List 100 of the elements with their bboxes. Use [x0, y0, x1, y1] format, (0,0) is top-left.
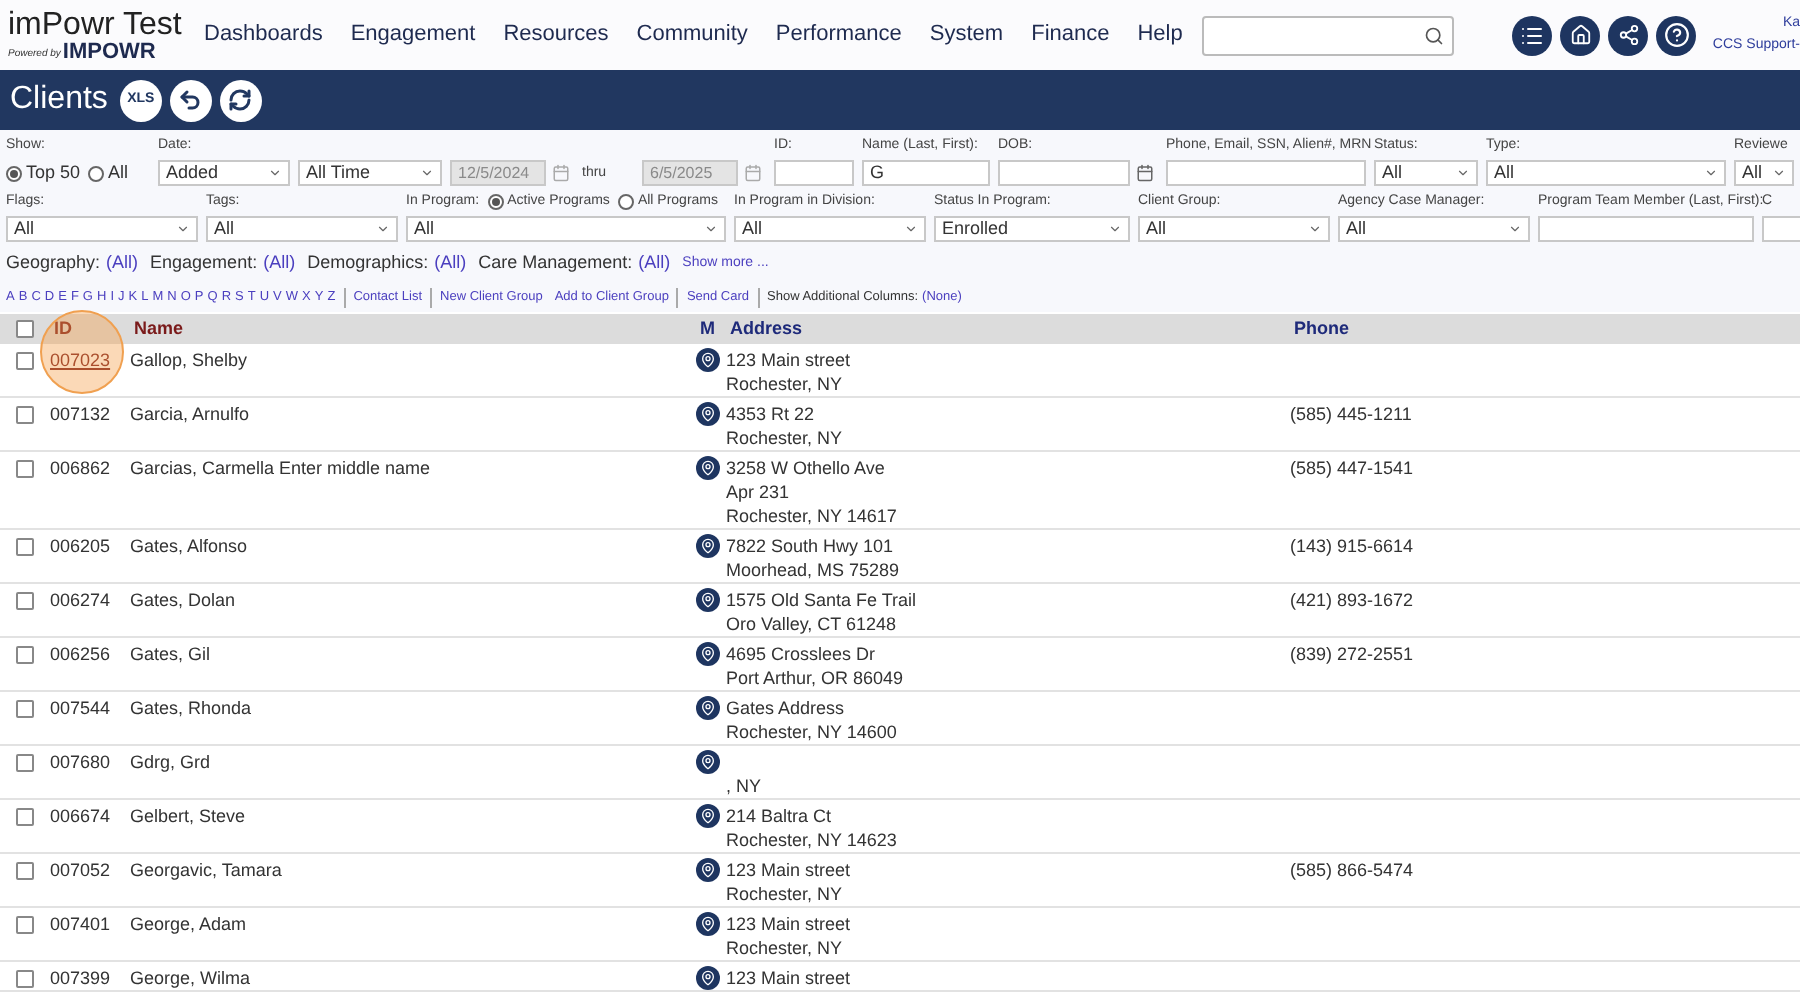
nav-link[interactable]: Resources [503, 18, 609, 52]
map-pin-button[interactable] [696, 804, 720, 828]
row-checkbox[interactable] [16, 460, 34, 478]
radio-button[interactable] [6, 165, 22, 181]
select-field[interactable]: All [1138, 216, 1330, 242]
search-field[interactable] [1202, 15, 1455, 55]
client-name[interactable]: Gelbert, Steve [130, 804, 696, 828]
filter-summary-link[interactable]: (All) [106, 250, 139, 277]
input-field[interactable] [1762, 216, 1800, 242]
map-pin-button[interactable] [696, 348, 720, 372]
input-field[interactable]: G [862, 160, 990, 186]
radio-button[interactable] [487, 194, 504, 210]
table-row[interactable]: 007052 Georgavic, Tamara 123 Main street Rochester, NY (585) 866-5474 [0, 854, 1800, 908]
select-field[interactable]: All [1734, 160, 1794, 186]
column-header[interactable]: M [700, 315, 730, 343]
nav-link[interactable]: Engagement [350, 18, 476, 52]
client-id[interactable]: 007399 [50, 966, 130, 990]
row-checkbox[interactable] [16, 808, 34, 826]
undo-button[interactable] [169, 79, 212, 121]
client-name[interactable]: Garcia, Arnulfo [130, 402, 696, 426]
client-name[interactable]: Gates, Dolan [130, 588, 696, 612]
column-header[interactable]: Address [730, 315, 1294, 343]
table-row[interactable]: 007544 Gates, Rhonda Gates Address Rochester, NY 14600 [0, 692, 1800, 746]
client-name[interactable]: Gallop, Shelby [130, 348, 696, 372]
table-row[interactable]: 007023 Gallop, Shelby 123 Main street Rochester, NY [0, 344, 1800, 398]
row-checkbox[interactable] [16, 754, 34, 772]
nav-link[interactable]: Community [636, 18, 748, 52]
row-checkbox[interactable] [16, 700, 34, 718]
help-button[interactable] [1656, 15, 1696, 55]
client-id[interactable]: 006674 [50, 804, 130, 828]
row-checkbox[interactable] [16, 970, 34, 988]
input-field[interactable] [774, 160, 854, 186]
select-field[interactable]: All [1486, 160, 1726, 186]
nav-link[interactable]: Performance [775, 18, 902, 52]
row-checkbox[interactable] [16, 916, 34, 934]
table-row[interactable]: 006256 Gates, Gil 4695 Crosslees Dr Port Arthur, OR 86049 (839) 272-2551 [0, 638, 1800, 692]
radio-button[interactable] [88, 165, 105, 181]
input-field[interactable] [1538, 216, 1754, 242]
select-field[interactable]: All Time [298, 160, 442, 186]
table-row[interactable]: 006674 Gelbert, Steve 214 Baltra Ct Rochester, NY 14623 [0, 800, 1800, 854]
radio-button[interactable] [617, 194, 634, 210]
list-button[interactable] [1512, 15, 1552, 55]
client-name[interactable]: Garcias, Carmella Enter middle name [130, 456, 696, 480]
filter-summary-link[interactable]: (All) [434, 250, 467, 277]
row-checkbox[interactable] [16, 538, 34, 556]
row-checkbox[interactable] [16, 646, 34, 664]
filter-summary-link[interactable]: (All) [263, 250, 296, 277]
nav-link[interactable]: System [929, 18, 1004, 52]
select-field[interactable]: Enrolled [934, 216, 1130, 242]
column-header[interactable]: Name [134, 315, 700, 343]
map-pin-button[interactable] [696, 456, 720, 480]
select-field[interactable]: All [1338, 216, 1530, 242]
row-checkbox[interactable] [16, 592, 34, 610]
map-pin-button[interactable] [696, 402, 720, 426]
select-all-checkbox[interactable] [16, 320, 34, 338]
date-field[interactable] [998, 160, 1130, 186]
nav-link[interactable]: Help [1137, 18, 1183, 52]
map-pin-button[interactable] [696, 966, 720, 990]
table-row[interactable]: 007680 Gdrg, Grd , NY [0, 746, 1800, 800]
select-field[interactable]: Added [158, 160, 290, 186]
client-id[interactable]: 006274 [50, 588, 130, 612]
select-field[interactable]: All [406, 216, 726, 242]
select-field[interactable]: All [1374, 160, 1478, 186]
row-checkbox[interactable] [16, 406, 34, 424]
map-pin-button[interactable] [696, 858, 720, 882]
input-field[interactable] [1166, 160, 1366, 186]
client-id[interactable]: 007544 [50, 696, 130, 720]
nav-link[interactable]: Finance [1031, 18, 1110, 52]
client-id[interactable]: 006205 [50, 534, 130, 558]
table-row[interactable]: 006205 Gates, Alfonso 7822 South Hwy 101 Moorhead, MS 75289 (143) 915-6614 [0, 530, 1800, 584]
table-row[interactable]: 007399 George, Wilma 123 Main street [0, 962, 1800, 992]
select-field[interactable]: All [206, 216, 398, 242]
client-id[interactable]: 007052 [50, 858, 130, 882]
client-id[interactable]: 007680 [50, 750, 130, 774]
home-button[interactable] [1560, 15, 1600, 55]
map-pin-button[interactable] [696, 588, 720, 612]
nav-link[interactable]: Dashboards [204, 18, 323, 52]
calendar-icon[interactable] [1136, 164, 1154, 182]
client-name[interactable]: Gates, Alfonso [130, 534, 696, 558]
client-name[interactable]: Georgavic, Tamara [130, 858, 696, 882]
select-field[interactable]: All [6, 216, 198, 242]
table-row[interactable]: 006274 Gates, Dolan 1575 Old Santa Fe Trail Oro Valley, CT 61248 (421) 893-1672 [0, 584, 1800, 638]
client-id[interactable]: 006862 [50, 456, 130, 480]
client-name[interactable]: Gates, Rhonda [130, 696, 696, 720]
client-id[interactable]: 007023 [50, 348, 130, 372]
table-row[interactable]: 007401 George, Adam 123 Main street Rochester, NY [0, 908, 1800, 962]
map-pin-button[interactable] [696, 750, 720, 774]
row-checkbox[interactable] [16, 862, 34, 880]
client-name[interactable]: George, Wilma [130, 966, 696, 990]
client-id[interactable]: 006256 [50, 642, 130, 666]
column-header[interactable]: Phone [1294, 315, 1350, 343]
share-button[interactable] [1608, 15, 1648, 55]
table-row[interactable]: 006862 Garcias, Carmella Enter middle name 3258 W Othello Ave Apr 231 Rochester, NY 14617 (585) 447-1541 [0, 452, 1800, 530]
map-pin-button[interactable] [696, 534, 720, 558]
map-pin-button[interactable] [696, 642, 720, 666]
filter-summary-link[interactable]: (All) [638, 250, 671, 277]
table-row[interactable]: 007132 Garcia, Arnulfo 4353 Rt 22 Rochester, NY (585) 445-1211 [0, 398, 1800, 452]
client-name[interactable]: George, Adam [130, 912, 696, 936]
refresh-button[interactable] [219, 79, 262, 121]
row-checkbox[interactable] [16, 352, 34, 370]
